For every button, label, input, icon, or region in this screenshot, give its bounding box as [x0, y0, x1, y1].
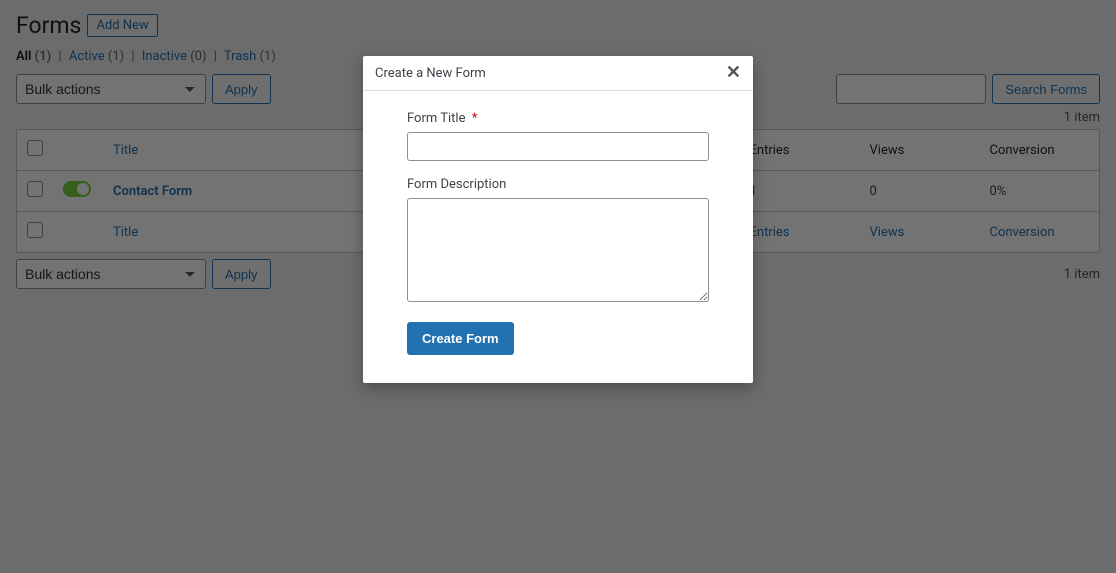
- form-description-textarea[interactable]: [407, 198, 709, 302]
- form-title-label: Form Title *: [407, 111, 709, 126]
- form-description-label: Form Description: [407, 177, 709, 192]
- create-form-button[interactable]: Create Form: [407, 322, 514, 355]
- modal-overlay: Create a New Form ✕ Form Title * Form De…: [0, 0, 1116, 573]
- close-icon[interactable]: ✕: [726, 64, 741, 82]
- create-form-modal: Create a New Form ✕ Form Title * Form De…: [363, 56, 753, 383]
- form-title-input[interactable]: [407, 132, 709, 161]
- modal-title: Create a New Form: [375, 66, 486, 81]
